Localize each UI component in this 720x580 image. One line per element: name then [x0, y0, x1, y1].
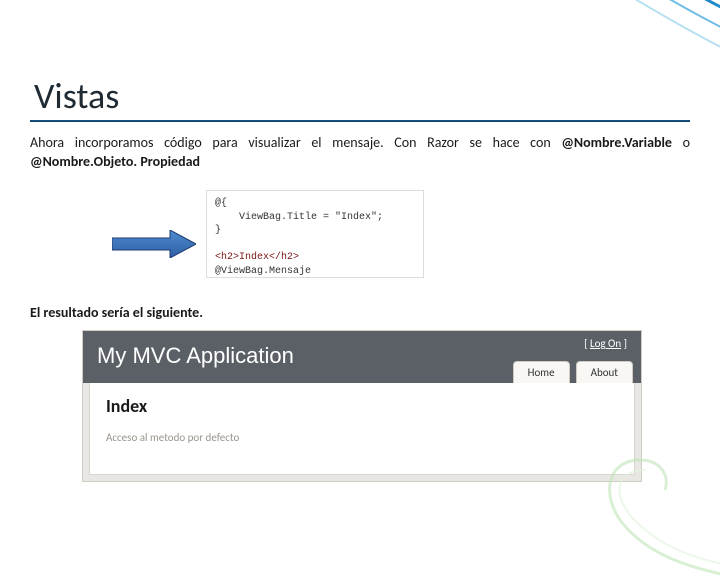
- page-heading-index: Index: [106, 395, 618, 417]
- code-line-1: @{: [215, 198, 227, 209]
- arrow-icon: [112, 230, 196, 258]
- logon-bracket-close: ]: [621, 337, 627, 350]
- tab-about[interactable]: About: [576, 361, 633, 383]
- title-underline: [30, 120, 690, 122]
- mvc-body: Index Acceso al metodo por defecto: [89, 383, 635, 475]
- logon-link[interactable]: Log On: [590, 337, 621, 350]
- mvc-app-title: My MVC Application: [97, 343, 294, 369]
- nav-tabs: Home About: [513, 361, 633, 383]
- viewbag-message: Acceso al metodo por defecto: [106, 431, 618, 444]
- razor-code-snippet: @{ ViewBag.Title = "Index"; } <h2>Index<…: [206, 190, 424, 278]
- intro-text-pre: Ahora incorporamos código para visualiza…: [30, 134, 561, 151]
- result-label: El resultado sería el siguiente.: [30, 304, 203, 321]
- intro-text-mid: o: [672, 134, 690, 151]
- intro-bold-2: @Nombre.Objeto. Propiedad: [30, 153, 200, 170]
- mvc-app-preview: My MVC Application [ Log On ] Home About…: [82, 330, 642, 482]
- tab-home[interactable]: Home: [513, 361, 570, 383]
- logon-area: [ Log On ]: [584, 337, 627, 350]
- code-line-5: <h2>Index</h2>: [215, 252, 299, 263]
- intro-paragraph: Ahora incorporamos código para visualiza…: [30, 134, 690, 172]
- mvc-header: My MVC Application [ Log On ] Home About: [83, 331, 641, 383]
- intro-bold-1: @Nombre.Variable: [561, 134, 672, 151]
- slide-title: Vistas: [34, 74, 119, 118]
- decorative-top-wave: [260, 0, 720, 140]
- code-line-3: }: [215, 225, 221, 236]
- code-line-2: ViewBag.Title = "Index";: [215, 212, 383, 223]
- code-line-6: @ViewBag.Mensaje: [215, 266, 311, 277]
